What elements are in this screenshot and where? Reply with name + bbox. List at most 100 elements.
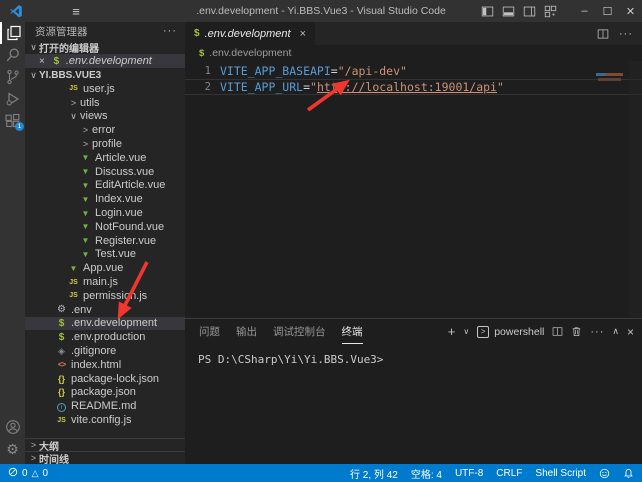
js-file-icon: JS — [67, 85, 80, 92]
tree-item-.env.development[interactable]: $.env.development — [25, 317, 185, 331]
open-editor-label: .env.development — [66, 55, 152, 67]
vue-file-icon: ▼ — [79, 181, 92, 190]
tree-item-Discuss.vue[interactable]: ▼Discuss.vue — [25, 165, 185, 179]
tree-item-Login.vue[interactable]: ▼Login.vue — [25, 206, 185, 220]
tree-item-label: .gitignore — [71, 345, 116, 357]
code-editor[interactable]: 1VITE_APP_BASEAPI="/api-dev"2VITE_APP_UR… — [185, 61, 642, 318]
panel-more-actions-icon[interactable]: ··· — [590, 326, 604, 338]
editor-tab-bar: $ .env.development × ··· — [185, 22, 642, 45]
status-item[interactable]: Shell Script — [535, 468, 586, 479]
tab-env-development[interactable]: $ .env.development × — [185, 22, 315, 45]
tree-item-package-lock.json[interactable]: {}package-lock.json — [25, 372, 185, 386]
tree-item-label: Login.vue — [95, 207, 143, 219]
close-panel-icon[interactable]: × — [627, 325, 634, 339]
tree-item-label: main.js — [83, 276, 118, 288]
kill-terminal-trash-icon[interactable] — [571, 326, 582, 337]
tree-item-.gitignore[interactable]: ◈.gitignore — [25, 344, 185, 358]
tree-item-.env.production[interactable]: $.env.production — [25, 330, 185, 344]
code-line-1[interactable]: 1VITE_APP_BASEAPI="/api-dev" — [185, 63, 642, 79]
tab-close-icon[interactable]: × — [300, 28, 306, 40]
maximize-panel-icon[interactable]: ∧ — [612, 326, 619, 337]
new-terminal-icon[interactable]: + — [448, 324, 456, 339]
sidebar-more-actions-icon[interactable]: ··· — [163, 25, 177, 37]
breadcrumb[interactable]: $ .env.development — [185, 45, 642, 61]
toggle-secondary-sidebar-icon[interactable] — [519, 0, 540, 22]
tree-item-profile[interactable]: >profile — [25, 137, 185, 151]
toggle-sidebar-icon[interactable] — [477, 0, 498, 22]
settings-gear-icon[interactable]: ⚙ — [0, 438, 25, 460]
tree-item-index.html[interactable]: <>index.html — [25, 358, 185, 372]
outline-section-header[interactable]: > 大纲 — [25, 438, 185, 451]
menu-hamburger-icon[interactable]: ≡ — [66, 4, 86, 19]
errors-icon[interactable] — [8, 467, 18, 479]
notifications-bell-icon[interactable] — [623, 468, 634, 479]
close-icon[interactable]: × — [39, 56, 45, 67]
tree-item-label: EditArticle.vue — [95, 179, 165, 191]
tree-item-label: views — [80, 110, 108, 122]
tree-item-.env[interactable]: ⚙.env — [25, 303, 185, 317]
minimize-button[interactable]: – — [573, 0, 596, 22]
terminal[interactable]: PS D:\CSharp\Yi\Yi.BBS.Vue3> — [185, 344, 642, 464]
extensions-icon[interactable]: 1 — [0, 110, 25, 132]
project-folder-header[interactable]: ∨ YI.BBS.VUE3 — [25, 68, 185, 82]
panel-tab-终端[interactable]: 终端 — [342, 319, 363, 344]
search-icon[interactable] — [0, 44, 25, 66]
tree-item-Article.vue[interactable]: ▼Article.vue — [25, 151, 185, 165]
js-file-icon: JS — [67, 279, 80, 286]
dotenv-file-icon: $ — [50, 56, 63, 67]
tree-item-label: .env — [71, 304, 92, 316]
chevron-right-icon: > — [28, 453, 39, 463]
tree-item-error[interactable]: >error — [25, 123, 185, 137]
split-terminal-icon[interactable] — [552, 326, 563, 337]
status-item[interactable]: CRLF — [496, 468, 522, 479]
warnings-icon[interactable]: △ — [32, 468, 39, 479]
open-editor-item-env-development[interactable]: × $ .env.development — [25, 54, 185, 68]
explorer-icon[interactable] — [0, 22, 25, 44]
tree-item-Index.vue[interactable]: ▼Index.vue — [25, 192, 185, 206]
maximize-button[interactable]: ☐ — [596, 0, 619, 22]
timeline-section-header[interactable]: > 时间线 — [25, 451, 185, 464]
tree-item-utils[interactable]: >utils — [25, 96, 185, 110]
code-token: = — [331, 64, 338, 78]
status-item[interactable]: 空格: 4 — [411, 466, 442, 481]
vue-file-icon: ▼ — [79, 250, 92, 259]
open-editors-header[interactable]: ∨ 打开的编辑器 — [25, 40, 185, 54]
chevron-down-icon: ∨ — [28, 42, 39, 53]
tree-item-main.js[interactable]: JSmain.js — [25, 275, 185, 289]
close-button[interactable]: ✕ — [619, 0, 642, 22]
editor-more-actions-icon[interactable]: ··· — [619, 28, 633, 40]
file-tree: JSuser.js>utils∨views>error>profile▼Arti… — [25, 82, 185, 427]
panel-tab-输出[interactable]: 输出 — [236, 319, 257, 344]
tree-item-permission.js[interactable]: JSpermission.js — [25, 289, 185, 303]
tree-item-views[interactable]: ∨views — [25, 110, 185, 124]
shell-label[interactable]: powershell — [494, 326, 544, 338]
split-editor-icon[interactable] — [597, 28, 609, 40]
tree-item-package.json[interactable]: {}package.json — [25, 386, 185, 400]
account-icon[interactable] — [0, 416, 25, 438]
run-and-debug-icon[interactable] — [0, 88, 25, 110]
tree-item-Test.vue[interactable]: ▼Test.vue — [25, 248, 185, 262]
tree-item-label: utils — [80, 97, 100, 109]
tree-item-App.vue[interactable]: ▼App.vue — [25, 261, 185, 275]
tree-item-EditArticle.vue[interactable]: ▼EditArticle.vue — [25, 179, 185, 193]
panel-tab-调试控制台[interactable]: 调试控制台 — [273, 319, 326, 344]
customize-layout-icon[interactable] — [540, 0, 561, 22]
panel-tab-问题[interactable]: 问题 — [199, 319, 220, 344]
feedback-smiley-icon[interactable] — [599, 468, 610, 479]
tree-item-Register.vue[interactable]: ▼Register.vue — [25, 234, 185, 248]
code-line-2[interactable]: 2VITE_APP_URL="http://localhost:19001/ap… — [185, 79, 642, 95]
html-file-icon: <> — [55, 360, 68, 369]
tree-item-vite.config.js[interactable]: JSvite.config.js — [25, 413, 185, 427]
source-control-icon[interactable] — [0, 66, 25, 88]
tree-item-NotFound.vue[interactable]: ▼NotFound.vue — [25, 220, 185, 234]
status-item[interactable]: UTF-8 — [455, 468, 483, 479]
url-link[interactable]: http://localhost:19001/api — [317, 80, 497, 94]
terminal-dropdown-icon[interactable]: ∨ — [463, 327, 469, 336]
errors-count[interactable]: 0 — [22, 468, 28, 479]
toggle-panel-icon[interactable] — [498, 0, 519, 22]
warnings-count[interactable]: 0 — [42, 468, 48, 479]
tree-item-README.md[interactable]: iREADME.md — [25, 399, 185, 413]
status-item[interactable]: 行 2, 列 42 — [350, 466, 398, 481]
tree-item-user.js[interactable]: JSuser.js — [25, 82, 185, 96]
chevron-down-icon: ∨ — [28, 70, 39, 81]
